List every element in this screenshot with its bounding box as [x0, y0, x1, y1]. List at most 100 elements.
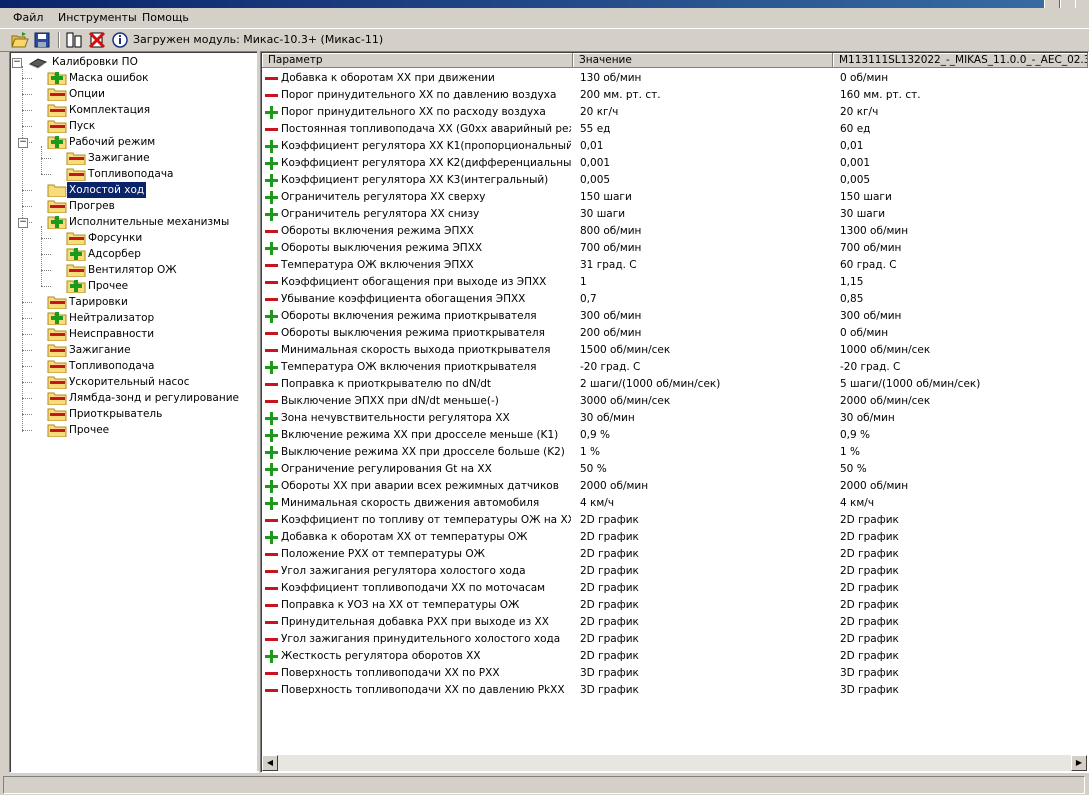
column-header-value[interactable]: Значение	[573, 53, 833, 68]
table-row[interactable]: Положение РХХ от температуры ОЖ 2D график…	[262, 546, 1088, 563]
table-row[interactable]: Ограничитель регулятора ХХ снизу 30 шаги 3…	[262, 206, 1088, 223]
table-row[interactable]: Температура ОЖ включения ЭПХХ 31 град. С 6…	[262, 257, 1088, 274]
parameter-value[interactable]: 2D график	[580, 614, 830, 631]
parameter-value[interactable]: 3D график	[580, 665, 830, 682]
tree-node[interactable]: Ускорительный насос	[10, 374, 256, 390]
delete-column-icon[interactable]	[88, 31, 106, 49]
column-header-parameter[interactable]: Параметр	[262, 53, 573, 68]
table-row[interactable]: Коэффициент обогащения при выходе из ЭПХ…	[262, 274, 1088, 291]
table-row[interactable]: Коэффициент регулятора ХХ K3(интегральны…	[262, 172, 1088, 189]
parameter-value[interactable]: 4 км/ч	[580, 495, 830, 512]
parameter-value[interactable]: 300 об/мин	[580, 308, 830, 325]
info-icon[interactable]	[111, 31, 129, 49]
parameter-value[interactable]: 2D график	[580, 631, 830, 648]
tree-node[interactable]: Зажигание	[10, 342, 256, 358]
parameter-value[interactable]: 0,001	[580, 155, 830, 172]
open-folder-icon[interactable]	[11, 31, 29, 49]
tree-node[interactable]: Маска ошибок	[10, 70, 256, 86]
table-row[interactable]: Угол зажигания принудительного холостого…	[262, 631, 1088, 648]
table-row[interactable]: Выключение режима ХХ при дросселе больше…	[262, 444, 1088, 461]
close-button[interactable]	[1075, 0, 1089, 8]
tree-node[interactable]: − Калибровки ПО	[10, 54, 256, 70]
parameter-value[interactable]: 150 шаги	[580, 189, 830, 206]
parameter-value[interactable]: 2D график	[580, 529, 830, 546]
table-row[interactable]: Добавка к оборотам ХХ от температуры ОЖ 2…	[262, 529, 1088, 546]
table-row[interactable]: Жесткость регулятора оборотов ХХ 2D графи…	[262, 648, 1088, 665]
table-row[interactable]: Выключение ЭПХХ при dN/dt меньше(-) 3000 …	[262, 393, 1088, 410]
tree-node[interactable]: Топливоподача	[10, 358, 256, 374]
table-row[interactable]: Коэффициент по топливу от температуры ОЖ…	[262, 512, 1088, 529]
horizontal-scrollbar[interactable]: ◀ ▶	[262, 755, 1087, 771]
tree-node[interactable]: Зажигание	[10, 150, 256, 166]
table-row[interactable]: Коэффициент регулятора ХХ K1(пропорциона…	[262, 138, 1088, 155]
parameters-grid[interactable]: Параметр Значение M113111SL132022_-_MIKA…	[260, 51, 1089, 773]
table-row[interactable]: Ограничение регулирования Gt на ХХ 50 % 50…	[262, 461, 1088, 478]
scroll-right-button[interactable]: ▶	[1071, 755, 1087, 771]
compare-columns-icon[interactable]	[65, 31, 83, 49]
parameter-value[interactable]: -20 град. С	[580, 359, 830, 376]
scroll-left-button[interactable]: ◀	[262, 755, 278, 771]
table-row[interactable]: Поверхность топливоподачи ХХ по РХХ 3D гр…	[262, 665, 1088, 682]
table-row[interactable]: Коэффициент топливоподачи ХХ по моточаса…	[262, 580, 1088, 597]
collapse-toggle[interactable]: −	[18, 218, 28, 228]
tree-node[interactable]: Прочее	[10, 422, 256, 438]
menu-tools[interactable]: Инструменты	[58, 11, 137, 24]
table-row[interactable]: Угол зажигания регулятора холостого хода…	[262, 563, 1088, 580]
parameter-value[interactable]: 2D график	[580, 648, 830, 665]
table-row[interactable]: Обороты выключения режима приоткрывателя…	[262, 325, 1088, 342]
table-row[interactable]: Поправка к приоткрывателю по dN/dt 2 шаги…	[262, 376, 1088, 393]
parameter-value[interactable]: 0,7	[580, 291, 830, 308]
table-row[interactable]: Обороты включения режима приоткрывателя 3…	[262, 308, 1088, 325]
parameter-value[interactable]: 31 град. С	[580, 257, 830, 274]
parameter-value[interactable]: 2D график	[580, 597, 830, 614]
table-row[interactable]: Порог принудительного ХХ по расходу возд…	[262, 104, 1088, 121]
table-row[interactable]: Ограничитель регулятора ХХ сверху 150 шаг…	[262, 189, 1088, 206]
tree-node[interactable]: Неисправности	[10, 326, 256, 342]
tree-node[interactable]: Прогрев	[10, 198, 256, 214]
menu-help[interactable]: Помощь	[142, 11, 189, 24]
tree-node[interactable]: − Исполнительные механизмы	[10, 214, 256, 230]
tree-node[interactable]: Комплектация	[10, 102, 256, 118]
collapse-toggle[interactable]: −	[12, 58, 22, 68]
table-row[interactable]: Поправка к УОЗ на ХХ от температуры ОЖ 2D…	[262, 597, 1088, 614]
parameter-value[interactable]: 200 об/мин	[580, 325, 830, 342]
menu-file[interactable]: Файл	[13, 11, 43, 24]
tree-node[interactable]: Вентилятор ОЖ	[10, 262, 256, 278]
tree-node[interactable]: Лямбда-зонд и регулирование	[10, 390, 256, 406]
parameter-value[interactable]: 2 шаги/(1000 об/мин/сек)	[580, 376, 830, 393]
parameter-value[interactable]: 2000 об/мин	[580, 478, 830, 495]
table-row[interactable]: Принудительная добавка РХХ при выходе из…	[262, 614, 1088, 631]
tree-node[interactable]: Опции	[10, 86, 256, 102]
parameter-value[interactable]: 3D график	[580, 682, 830, 699]
table-row[interactable]: Минимальная скорость выхода приоткрывате…	[262, 342, 1088, 359]
parameter-value[interactable]: 0,01	[580, 138, 830, 155]
table-row[interactable]: Обороты ХХ при аварии всех режимных датч…	[262, 478, 1088, 495]
maximize-button[interactable]	[1060, 0, 1075, 8]
parameter-value[interactable]: 800 об/мин	[580, 223, 830, 240]
parameter-value[interactable]: 1 %	[580, 444, 830, 461]
table-row[interactable]: Обороты выключения режима ЭПХХ 700 об/мин…	[262, 240, 1088, 257]
parameter-value[interactable]: 130 об/мин	[580, 70, 830, 87]
table-row[interactable]: Включение режима ХХ при дросселе меньше …	[262, 427, 1088, 444]
tree-node[interactable]: Форсунки	[10, 230, 256, 246]
parameter-value[interactable]: 700 об/мин	[580, 240, 830, 257]
tree-node[interactable]: Адсорбер	[10, 246, 256, 262]
calibration-tree[interactable]: − Калибровки ПО Маска ошибок Опции Комплекта…	[9, 51, 259, 773]
tree-node[interactable]: Холостой ход	[10, 181, 256, 199]
tree-node[interactable]: Пуск	[10, 118, 256, 134]
parameter-value[interactable]: 1500 об/мин/сек	[580, 342, 830, 359]
parameter-value[interactable]: 0,005	[580, 172, 830, 189]
collapse-toggle[interactable]: −	[18, 138, 28, 148]
tree-node[interactable]: Тарировки	[10, 294, 256, 310]
parameter-value[interactable]: 20 кг/ч	[580, 104, 830, 121]
parameter-value[interactable]: 2D график	[580, 563, 830, 580]
tree-node[interactable]: Приоткрыватель	[10, 406, 256, 422]
parameter-value[interactable]: 30 об/мин	[580, 410, 830, 427]
parameter-value[interactable]: 2D график	[580, 512, 830, 529]
parameter-value[interactable]: 50 %	[580, 461, 830, 478]
save-icon[interactable]	[33, 31, 51, 49]
table-row[interactable]: Минимальная скорость движения автомобиля…	[262, 495, 1088, 512]
parameter-value[interactable]: 30 шаги	[580, 206, 830, 223]
tree-node[interactable]: Топливоподача	[10, 166, 256, 182]
column-header-compare[interactable]: M113111SL132022_-_MIKAS_11.0.0_-_AEC_02.…	[833, 53, 1088, 68]
